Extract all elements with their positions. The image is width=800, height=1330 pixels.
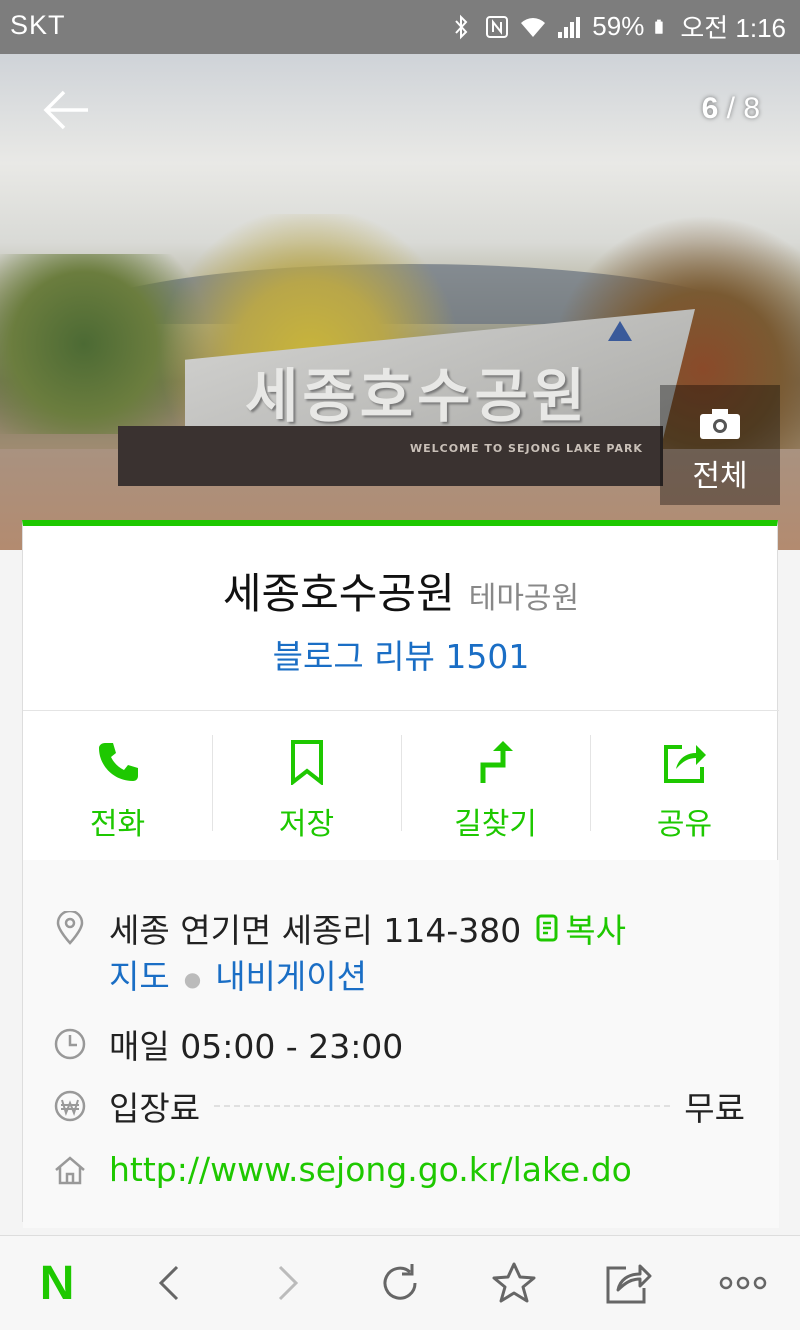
won-icon [54, 1090, 86, 1122]
map-link[interactable]: 지도 [109, 957, 170, 996]
status-icons: 59% 오전 1:16 [448, 8, 786, 45]
address-text: 세종 연기면 세종리 114-380 [109, 911, 522, 950]
address-links: 지도 ● 내비게이션 [109, 950, 367, 998]
homepage-row: http://www.sejong.go.kr/lake.do [53, 1150, 632, 1189]
bookmark-icon [290, 740, 323, 785]
directions-label: 길찾기 [454, 807, 537, 842]
share-label: 공유 [656, 807, 713, 842]
clock-icon [54, 1028, 86, 1060]
home-icon [55, 1155, 85, 1184]
photo-base-text: WELCOME TO SEJONG LAKE PARK [410, 442, 643, 455]
carrier-label: SKT [10, 10, 66, 40]
bookmark-star-button[interactable] [484, 1253, 544, 1313]
copy-label: 복사 [565, 911, 626, 950]
browser-forward-button[interactable] [256, 1253, 316, 1313]
naver-logo: N [39, 1256, 75, 1310]
photo-current: 6 [701, 92, 719, 125]
back-arrow-icon[interactable] [38, 82, 94, 138]
blog-review-link[interactable]: 블로그 리뷰 1501 [23, 630, 779, 678]
call-label: 전화 [89, 807, 146, 842]
wifi-icon [521, 17, 546, 37]
share-icon [606, 1264, 652, 1304]
place-info: 세종 연기면 세종리 114-380 복사 지도 ● 내비게이션 매일 05:00 … [23, 860, 779, 1228]
view-all-photos-button[interactable]: 전체 [660, 385, 780, 505]
photo-sign-text: 세종호수공원 [245, 362, 590, 430]
naver-home-button[interactable]: N [27, 1253, 87, 1313]
status-bar: SKT 59% 오전 1:16 [0, 0, 800, 54]
action-bar: 전화 저장 길찾기 공유 [23, 711, 779, 859]
place-card: 세종호수공원 테마공원 블로그 리뷰 1501 전화 저장 길찾기 공유 세종 연… [22, 520, 779, 1228]
refresh-button[interactable] [370, 1253, 430, 1313]
share-button[interactable]: 공유 [590, 711, 779, 859]
place-name: 세종호수공원 [222, 569, 455, 618]
copy-icon [536, 914, 558, 942]
title-row: 세종호수공원 테마공원 [23, 560, 779, 621]
save-button[interactable]: 저장 [212, 711, 401, 859]
link-separator-dot: ● [183, 966, 202, 991]
photo-sign-base [118, 426, 663, 486]
clock: 오전 1:16 [680, 13, 786, 43]
fee-dotted-line [214, 1105, 671, 1107]
photo-separator: / [718, 92, 744, 125]
fee-label: 입장료 [109, 1089, 201, 1128]
refresh-icon [383, 1264, 417, 1300]
browser-share-button[interactable] [599, 1253, 659, 1313]
more-menu-button[interactable] [713, 1253, 773, 1313]
call-button[interactable]: 전화 [23, 711, 212, 859]
hours-row: 매일 05:00 - 23:00 [53, 1020, 403, 1068]
fee-value: 무료 [684, 1089, 745, 1128]
photo-total: 8 [743, 92, 760, 125]
browser-toolbar: N [0, 1235, 800, 1330]
bluetooth-icon [455, 14, 468, 39]
view-all-label: 전체 [692, 459, 748, 494]
battery-icon [655, 19, 663, 34]
place-category: 테마공원 [468, 581, 580, 616]
address-row: 세종 연기면 세종리 114-380 복사 [53, 904, 626, 952]
phone-icon [98, 743, 138, 781]
save-label: 저장 [278, 807, 335, 842]
navigation-link[interactable]: 내비게이션 [215, 957, 367, 996]
forward-icon [278, 1265, 298, 1301]
star-icon [492, 1262, 536, 1303]
browser-back-button[interactable] [141, 1253, 201, 1313]
directions-button[interactable]: 길찾기 [401, 711, 590, 859]
photo-counter: 6 / 8 [702, 92, 760, 126]
share-icon [663, 745, 706, 783]
homepage-link[interactable]: http://www.sejong.go.kr/lake.do [109, 1150, 632, 1189]
hours-text: 매일 05:00 - 23:00 [109, 1027, 404, 1066]
directions-icon [480, 741, 513, 783]
battery-percent: 59% [592, 11, 645, 41]
signal-icon [558, 16, 581, 38]
back-icon [159, 1265, 179, 1301]
photo-emblem-icon [608, 321, 632, 341]
nfc-icon [486, 15, 509, 38]
fee-row: 입장료 무료 [53, 1082, 745, 1130]
copy-address-button[interactable]: 복사 [535, 904, 626, 952]
more-icon [719, 1276, 767, 1290]
location-pin-icon [56, 911, 84, 945]
camera-icon [700, 409, 740, 439]
